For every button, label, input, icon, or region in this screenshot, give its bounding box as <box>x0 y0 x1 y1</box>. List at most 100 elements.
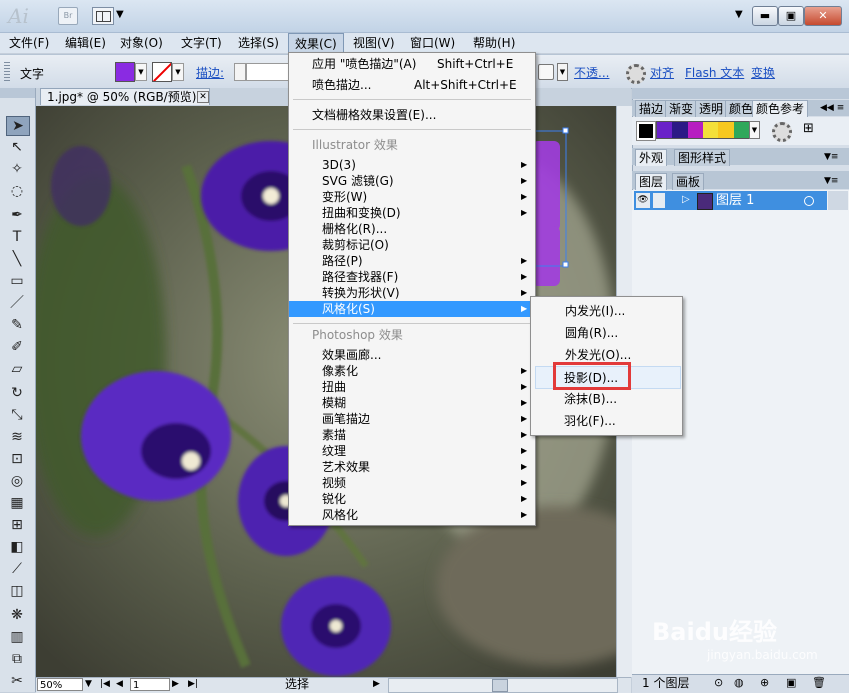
tab-graphic-styles[interactable]: 图形样式 <box>674 149 731 166</box>
lock-toggle[interactable] <box>653 193 665 208</box>
document-raster-settings[interactable]: 文档栅格效果设置(E)... <box>289 107 535 123</box>
warp-tool-icon[interactable]: ≋ <box>6 428 28 446</box>
transform-link[interactable]: 变换 <box>751 64 775 81</box>
stroke-link[interactable]: 描边: <box>196 64 224 81</box>
symbol-sprayer-tool-icon[interactable]: ❋ <box>6 606 28 624</box>
zoom-select[interactable]: 50% <box>37 678 83 691</box>
rotate-tool-icon[interactable]: ↻ <box>6 384 28 402</box>
new-sublayer-icon[interactable]: ⊕ <box>760 676 769 689</box>
menu-select[interactable]: 选择(S) <box>232 33 285 53</box>
close-button[interactable]: ✕ <box>804 6 842 26</box>
menu-item-texture[interactable]: 纹理 ▶ <box>289 443 535 459</box>
submenu-item-inner-glow[interactable]: 内发光(I)... <box>531 301 682 321</box>
tab-appearance[interactable]: 外观 <box>635 149 668 166</box>
menu-item-stylize-ps[interactable]: 风格化 ▶ <box>289 507 535 523</box>
workspace-dropdown-icon[interactable]: ▼ <box>735 9 743 20</box>
opacity-link[interactable]: 不透... <box>574 64 609 81</box>
harmony-rules-dropdown-icon[interactable]: ▼ <box>749 121 760 139</box>
selection-tool-icon[interactable]: ➤ <box>6 116 30 136</box>
grip-handle[interactable] <box>4 62 10 82</box>
make-clipping-mask-icon[interactable]: ◍ <box>734 676 744 689</box>
pen-tool-icon[interactable]: ✒ <box>6 206 28 224</box>
tab-transparency[interactable]: 透明 <box>695 100 728 117</box>
fill-color-swatch[interactable] <box>115 62 135 82</box>
pencil-tool-icon[interactable]: ✎ <box>6 316 28 334</box>
menu-item-brush-strokes[interactable]: 画笔描边 ▶ <box>289 411 535 427</box>
gradient-tool-icon[interactable]: ◧ <box>6 538 28 556</box>
maximize-button[interactable]: ▣ <box>778 6 804 26</box>
menu-item-sketch[interactable]: 素描 ▶ <box>289 427 535 443</box>
menu-object[interactable]: 对象(O) <box>114 33 169 53</box>
panel-collapse-icon[interactable]: ◀◀ ≡ <box>820 100 844 116</box>
stroke-dropdown-icon[interactable]: ▼ <box>172 63 184 81</box>
close-icon[interactable]: ✕ <box>197 91 209 103</box>
rectangle-tool-icon[interactable]: ▭ <box>6 272 28 290</box>
edit-colors-icon[interactable] <box>772 122 792 142</box>
menu-item-rasterize[interactable]: 栅格化(R)... <box>289 221 535 237</box>
harmony-color-4[interactable] <box>702 122 719 138</box>
column-graph-tool-icon[interactable]: ▥ <box>6 628 28 646</box>
locate-object-icon[interactable]: ⊙ <box>714 676 723 689</box>
tab-gradient[interactable]: 渐变 <box>665 100 698 117</box>
layers-scrollbar[interactable] <box>828 191 848 210</box>
blob-brush-tool-icon[interactable]: ✐ <box>6 338 28 356</box>
harmony-color-5[interactable] <box>718 122 734 138</box>
menu-item-blur[interactable]: 模糊 ▶ <box>289 395 535 411</box>
lasso-tool-icon[interactable]: ◌ <box>6 182 28 200</box>
visibility-eye-icon[interactable]: 👁 <box>636 193 650 208</box>
menu-item-pixelate[interactable]: 像素化 ▶ <box>289 363 535 379</box>
menu-item-video[interactable]: 视频 ▶ <box>289 475 535 491</box>
submenu-item-feather[interactable]: 羽化(F)... <box>530 411 681 431</box>
artboard-tool-icon[interactable]: ⧉ <box>6 650 28 668</box>
menu-item-crop-marks[interactable]: 裁剪标记(O) <box>289 237 535 253</box>
submenu-item-scribble[interactable]: 涂抹(B)... <box>530 389 681 409</box>
harmony-color-2[interactable] <box>672 122 688 138</box>
panel-menu-icon[interactable]: ▼≡ <box>824 149 838 165</box>
tab-stroke[interactable]: 描边 <box>635 100 668 117</box>
stroke-weight-spinner[interactable] <box>234 63 246 81</box>
apply-last-effect[interactable]: 应用 "喷色描边"(A) Shift+Ctrl+E <box>289 56 535 72</box>
document-tab[interactable]: 1.jpg* @ 50% (RGB/预览) <box>40 88 210 105</box>
harmony-color-1[interactable] <box>657 122 673 138</box>
tab-color-guide[interactable]: 颜色参考 <box>752 100 809 117</box>
menu-item-effect-gallery[interactable]: 效果画廊... <box>289 347 535 363</box>
panel-dock-header[interactable] <box>632 88 849 99</box>
prev-page-icon[interactable]: ◀ <box>116 679 123 689</box>
type-tool-icon[interactable]: T <box>6 228 28 246</box>
menu-item-3d[interactable]: 3D(3) ▶ <box>289 157 535 173</box>
magic-wand-tool-icon[interactable]: ✧ <box>6 160 28 178</box>
menu-item-distort[interactable]: 扭曲 ▶ <box>289 379 535 395</box>
tab-artboards[interactable]: 画板 <box>672 173 705 190</box>
last-page-icon[interactable]: ▶| <box>188 679 198 689</box>
harmony-color-3[interactable] <box>687 122 703 138</box>
menu-item-distort-transform[interactable]: 扭曲和变换(D) ▶ <box>289 205 535 221</box>
menu-edit[interactable]: 编辑(E) <box>59 33 112 53</box>
submenu-item-round-corners[interactable]: 圆角(R)... <box>531 323 682 343</box>
bridge-button[interactable]: Br <box>58 7 78 25</box>
status-menu-icon[interactable]: ▶ <box>373 679 380 689</box>
style-dropdown-icon[interactable]: ▼ <box>557 63 568 81</box>
slice-tool-icon[interactable]: ✂ <box>6 672 28 690</box>
paintbrush-tool-icon[interactable]: ／ <box>6 294 28 312</box>
menu-file[interactable]: 文件(F) <box>3 33 55 53</box>
fill-dropdown-icon[interactable]: ▼ <box>135 63 147 81</box>
chevron-down-icon[interactable]: ▼ <box>116 9 124 20</box>
layer-target-icon[interactable] <box>804 196 814 206</box>
line-tool-icon[interactable]: ╲ <box>6 250 28 268</box>
new-layer-icon[interactable]: ▣ <box>786 676 796 689</box>
recolor-icon[interactable] <box>626 64 646 84</box>
menu-item-stylize[interactable]: 风格化(S) ▶ <box>289 301 535 317</box>
save-swatch-group-icon[interactable]: ⊞ <box>803 121 814 136</box>
menu-view[interactable]: 视图(V) <box>347 33 401 53</box>
menu-effect[interactable]: 效果(C) <box>288 33 344 53</box>
harmony-colors-strip[interactable] <box>656 121 750 139</box>
panel-menu-icon[interactable]: ▼≡ <box>824 173 838 189</box>
layer-name[interactable]: 图层 1 <box>716 192 754 209</box>
base-color-swatch[interactable] <box>636 121 656 141</box>
minimize-button[interactable]: ▬ <box>752 6 778 26</box>
menu-help[interactable]: 帮助(H) <box>467 33 521 53</box>
first-page-icon[interactable]: |◀ <box>100 679 110 689</box>
stroke-weight-input[interactable] <box>246 63 290 81</box>
status-label[interactable]: 选择 <box>285 677 309 692</box>
menu-item-pathfinder[interactable]: 路径查找器(F) ▶ <box>289 269 535 285</box>
